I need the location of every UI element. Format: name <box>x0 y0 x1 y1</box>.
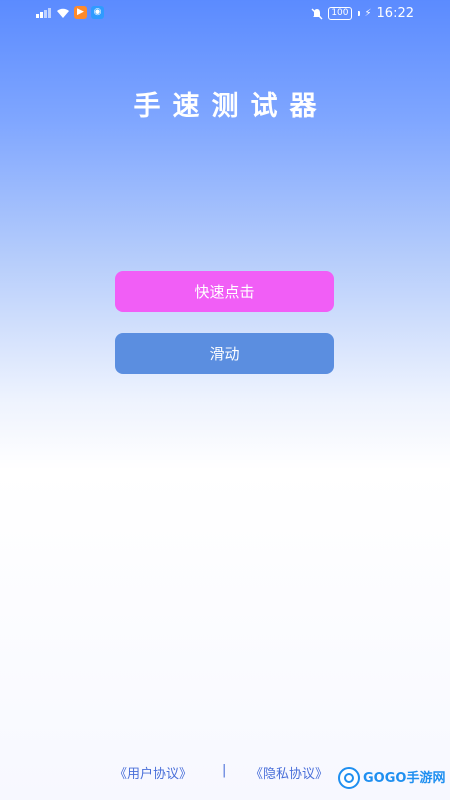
app-screen: ▶ ◉ 100 ⚡ 16:22 手速测试器 快速点击 滑动 《用户协议》 | 《… <box>0 0 450 800</box>
shield-app-icon: ◉ <box>91 6 104 19</box>
status-bar-right: 100 ⚡ 16:22 <box>311 6 414 21</box>
watermark: GOGO手游网 <box>338 766 445 790</box>
user-agreement-link[interactable]: 《用户协议》 <box>114 763 192 782</box>
mute-bell-icon <box>311 8 323 19</box>
play-app-icon: ▶ <box>74 6 87 19</box>
battery-icon: 100 <box>328 7 352 20</box>
privacy-agreement-link[interactable]: 《隐私协议》 <box>250 763 328 782</box>
charging-icon: ⚡ <box>364 8 372 19</box>
status-bar-left: ▶ ◉ <box>36 6 104 19</box>
slide-button[interactable]: 滑动 <box>115 333 334 374</box>
status-bar: ▶ ◉ 100 ⚡ 16:22 <box>0 0 450 28</box>
fast-click-button[interactable]: 快速点击 <box>115 271 334 312</box>
battery-cap <box>357 11 360 16</box>
wifi-icon <box>57 8 69 18</box>
signal-icon <box>36 7 52 18</box>
battery-level: 100 <box>331 8 349 18</box>
watermark-logo-icon <box>338 767 360 789</box>
page-title: 手速测试器 <box>133 91 329 122</box>
watermark-text: GOGO手游网 <box>363 770 446 786</box>
status-time: 16:22 <box>376 6 414 21</box>
footer-divider: | <box>222 763 227 778</box>
